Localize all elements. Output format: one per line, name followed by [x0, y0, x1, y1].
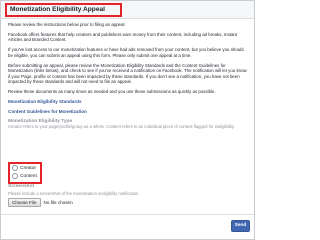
footer-divider — [1, 214, 254, 215]
radio-label-creator: Creator — [20, 165, 36, 171]
page-title: Monetization Eligibility Appeal — [5, 3, 122, 17]
link-eligibility-standards[interactable]: Monetization Eligibility Standards — [8, 99, 248, 105]
appeal-form-card: Monetization Eligibility Appeal Please r… — [0, 0, 255, 240]
radio-button-icon[interactable] — [12, 165, 18, 171]
file-upload-row: Choose File No file chosen — [8, 198, 73, 207]
radio-option-content[interactable]: Content — [10, 172, 40, 180]
file-status-text: No file chosen — [43, 200, 73, 205]
paragraph-features: Facebook offers features that help creat… — [8, 31, 238, 43]
screenshot-help: Please include a screenshot of the monet… — [8, 191, 140, 196]
link-content-guidelines[interactable]: Content Guidelines for Monetization — [8, 109, 248, 115]
form-header: Monetization Eligibility Appeal — [1, 1, 254, 19]
paragraph-before-submitting: Before submitting an appeal, please revi… — [8, 62, 247, 85]
paragraph-lost-access: If you've lost access to our monetizatio… — [8, 47, 244, 58]
choose-file-button[interactable]: Choose File — [8, 198, 41, 207]
send-button[interactable]: Send — [231, 220, 250, 232]
eligibility-type-help: Creator refers to your page/profile/grou… — [8, 124, 235, 130]
form-content: Please review the instructions below pri… — [8, 22, 248, 130]
paragraph-review: Review these documents as many times as … — [8, 89, 216, 95]
radio-button-icon[interactable] — [12, 173, 18, 179]
screenshot-label: Screenshot — [8, 184, 35, 189]
eligibility-type-radio-group: Creator Content — [8, 162, 42, 184]
radio-label-content: Content — [20, 173, 37, 179]
radio-option-creator[interactable]: Creator — [10, 164, 40, 172]
intro-text: Please review the instructions below pri… — [8, 22, 126, 27]
